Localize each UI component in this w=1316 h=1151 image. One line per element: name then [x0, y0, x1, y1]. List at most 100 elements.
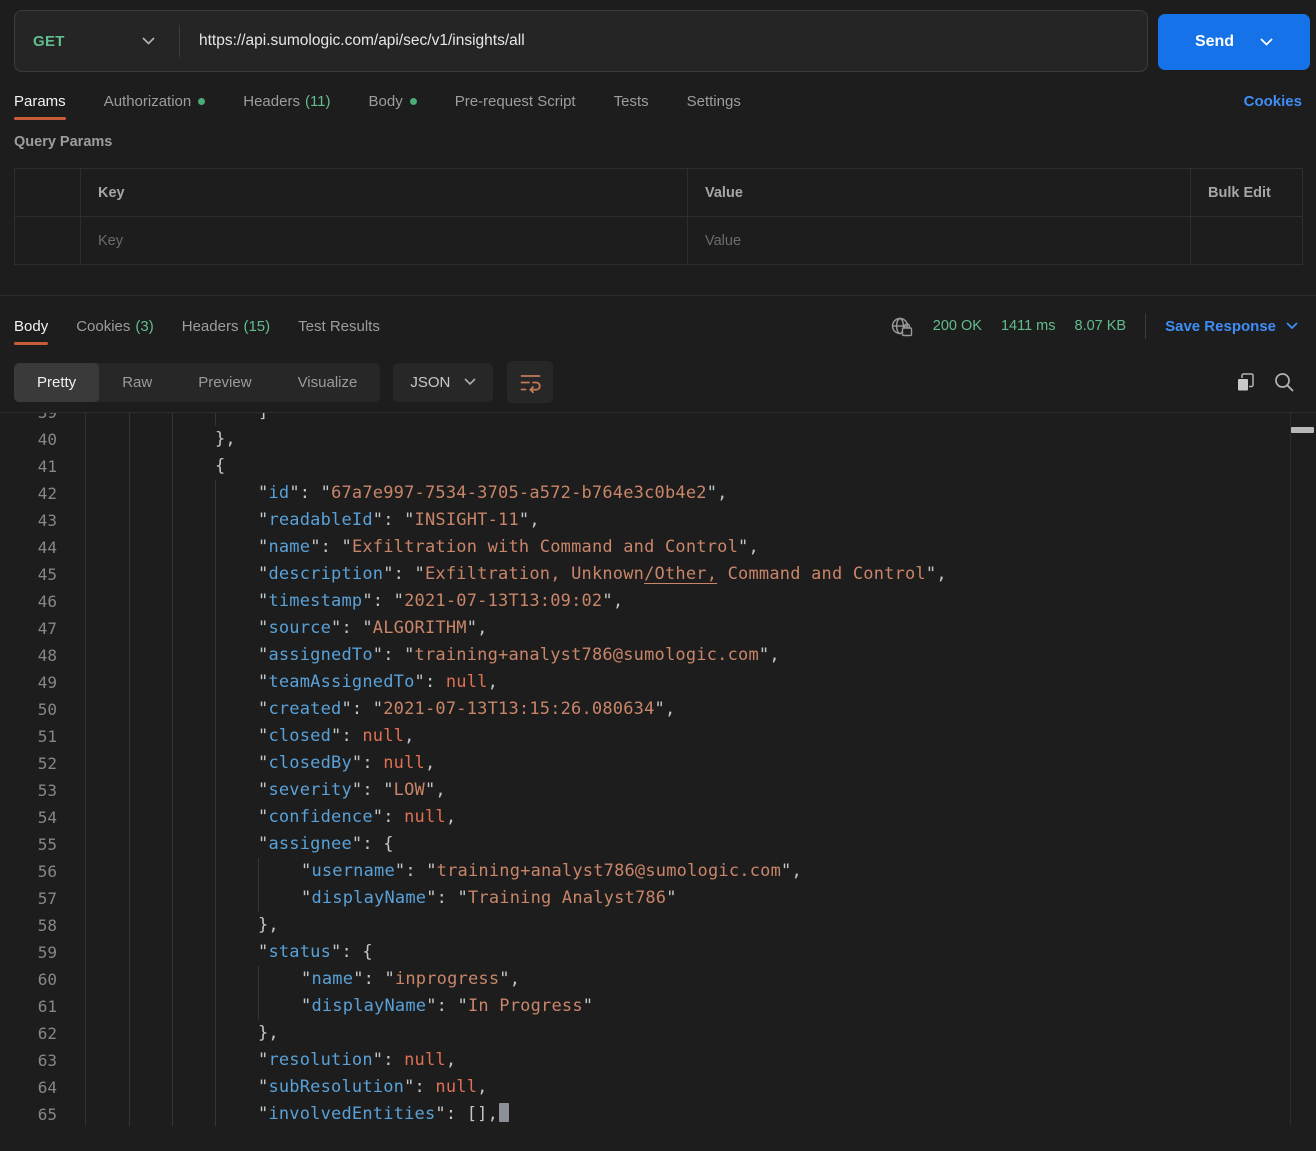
view-preview[interactable]: Preview [175, 363, 274, 402]
indent-guide [129, 723, 172, 750]
indent-guide [172, 858, 215, 885]
view-raw[interactable]: Raw [99, 363, 175, 402]
token-p: : [425, 672, 446, 692]
indent-guide [172, 696, 215, 723]
token-q: " [759, 645, 769, 665]
tab-response-cookies[interactable]: Cookies (3) [76, 301, 154, 351]
indent-guide [172, 669, 215, 696]
code-line: 58}, [0, 912, 1316, 939]
code-line: 46"timestamp": "2021-07-13T13:09:02", [0, 588, 1316, 615]
tab-settings[interactable]: Settings [687, 76, 741, 126]
token-q: " [373, 510, 383, 530]
token-q: " [458, 888, 468, 908]
response-section: Body Cookies (3) Headers (15) Test Resul… [0, 295, 1316, 1126]
token-q: " [258, 1050, 268, 1070]
line-number: 65 [0, 1101, 86, 1126]
code-line: 54"confidence": null, [0, 804, 1316, 831]
indent-guide [172, 750, 215, 777]
indent-guide [172, 939, 215, 966]
token-q: " [258, 672, 268, 692]
indent-guide [129, 480, 172, 507]
send-button[interactable]: Send [1158, 14, 1310, 70]
indent [86, 412, 129, 426]
indent [86, 615, 129, 642]
tab-test-results[interactable]: Test Results [298, 301, 380, 351]
method-select[interactable]: GET [15, 11, 179, 71]
token-q: " [258, 699, 268, 719]
token-n: null [362, 726, 404, 746]
token-p: ] [258, 412, 268, 422]
code-line: 51"closed": null, [0, 723, 1316, 750]
param-key-input[interactable] [98, 233, 670, 249]
request-tabs: Params Authorization Headers (11) Body P… [0, 76, 1316, 126]
copy-icon[interactable] [1234, 371, 1256, 393]
network-globe-lock-icon[interactable] [890, 315, 914, 338]
token-p: , [665, 699, 675, 719]
token-p: , [488, 672, 498, 692]
indent [86, 642, 129, 669]
indent-guide [172, 561, 215, 588]
code-line: 52"closedBy": null, [0, 750, 1316, 777]
token-p: : [383, 1050, 404, 1070]
token-k: description [268, 564, 383, 584]
indent-guide [215, 993, 258, 1020]
tab-body[interactable]: Body [369, 76, 417, 126]
view-visualize[interactable]: Visualize [275, 363, 381, 402]
indent-guide [129, 1101, 172, 1126]
token-p: , [446, 807, 456, 827]
token-q: " [394, 591, 404, 611]
token-p: : [341, 726, 362, 746]
token-q: " [385, 969, 395, 989]
token-q: " [373, 1050, 383, 1070]
token-q: " [426, 996, 436, 1016]
indent-guide [215, 412, 258, 426]
tab-authorization[interactable]: Authorization [104, 76, 206, 126]
token-p: }, [215, 429, 236, 449]
param-value-input[interactable] [705, 233, 1173, 249]
token-q: " [258, 807, 268, 827]
indent-guide [215, 1047, 258, 1074]
response-body-code[interactable]: 39]40},41{42"id": "67a7e997-7534-3705-a5… [0, 412, 1316, 1126]
line-number: 57 [0, 885, 86, 912]
search-icon[interactable] [1273, 371, 1295, 393]
token-q: " [310, 537, 320, 557]
tab-pre-request-script[interactable]: Pre-request Script [455, 76, 576, 126]
select-all-cell[interactable] [15, 169, 81, 217]
indent-guide [215, 561, 258, 588]
scrollbar-thumb[interactable] [1291, 427, 1314, 433]
token-q: " [321, 483, 331, 503]
url-input[interactable] [180, 11, 1147, 71]
indent-guide [215, 1020, 258, 1047]
code-line: 64"subResolution": null, [0, 1074, 1316, 1101]
cookies-link[interactable]: Cookies [1244, 93, 1302, 110]
indent-guide [172, 885, 215, 912]
query-params-header-row: Key Value Bulk Edit [15, 169, 1303, 217]
token-q: " [258, 780, 268, 800]
line-number: 56 [0, 858, 86, 885]
row-checkbox-cell[interactable] [15, 217, 81, 265]
tab-headers[interactable]: Headers (11) [243, 76, 330, 126]
save-response-button[interactable]: Save Response [1165, 318, 1298, 335]
tab-response-body[interactable]: Body [14, 301, 48, 351]
indent-guide [215, 615, 258, 642]
tab-params[interactable]: Params [14, 76, 66, 126]
line-number: 41 [0, 453, 86, 480]
indent-guide [129, 507, 172, 534]
value-column-header: Value [688, 169, 1191, 217]
wrap-text-button[interactable] [507, 361, 553, 403]
code-line: 56"username": "training+analyst786@sumol… [0, 858, 1316, 885]
tab-tests[interactable]: Tests [614, 76, 649, 126]
tab-response-headers[interactable]: Headers (15) [182, 301, 270, 351]
token-s: 2021-07-13T13:15:26.080634 [383, 699, 654, 719]
chevron-down-icon[interactable] [1260, 38, 1273, 46]
token-p: }, [258, 1023, 279, 1043]
indent-guide [215, 912, 258, 939]
view-pretty[interactable]: Pretty [14, 363, 99, 402]
token-q: " [362, 591, 372, 611]
indent [86, 426, 129, 453]
bulk-edit-button[interactable]: Bulk Edit [1191, 169, 1303, 217]
token-q: " [258, 1077, 268, 1097]
format-select[interactable]: JSON [393, 363, 493, 402]
token-p: : [383, 807, 404, 827]
token-k: involvedEntities [268, 1104, 435, 1124]
